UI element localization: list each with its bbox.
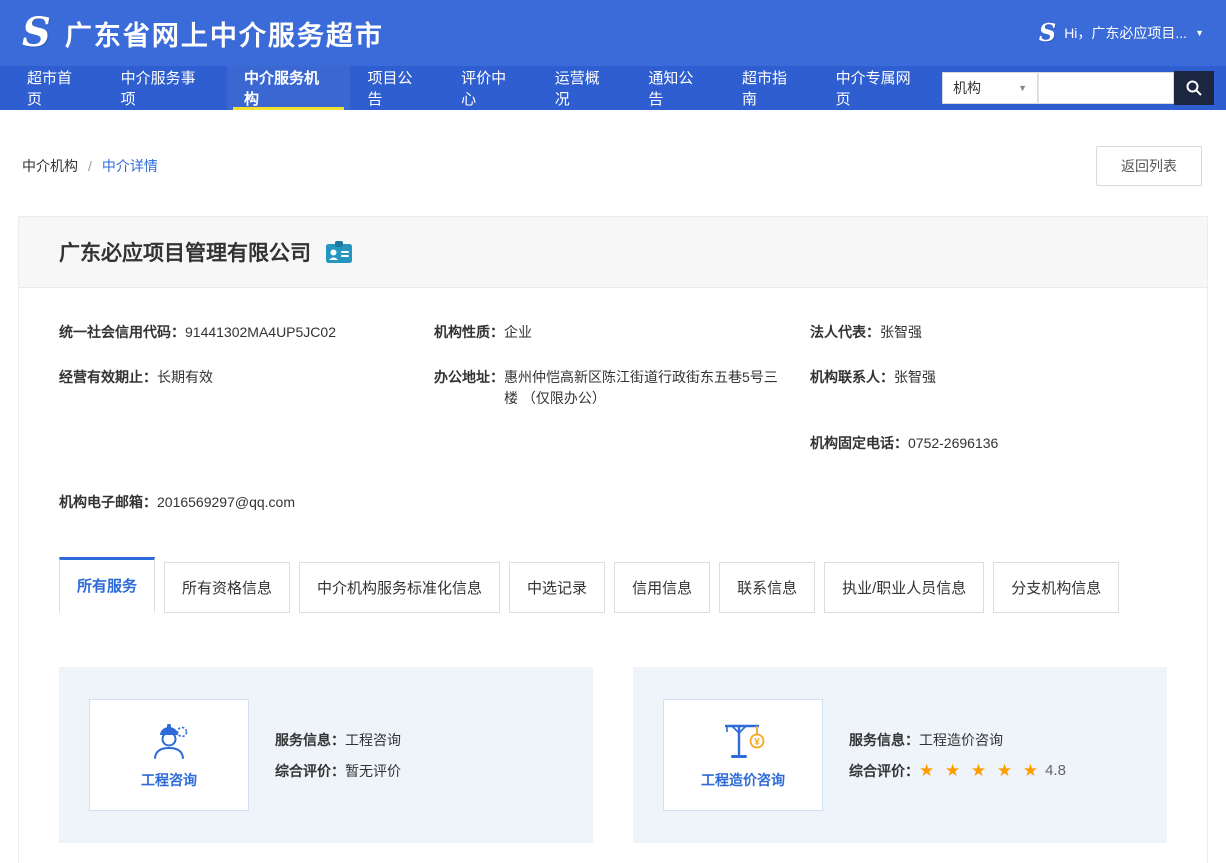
field-label: 机构性质： [434,322,504,343]
tab-qualifications[interactable]: 所有资格信息 [164,562,290,613]
service-card-cost-consulting: ¥ 工程造价咨询 服务信息： 工程造价咨询 综合评价： ★ ★ ★ ★ ★ 4.… [633,667,1167,843]
nav-item-agency-pages[interactable]: 中介专属网页 [819,66,942,110]
field-value: 长期有效 [157,367,213,388]
svg-text:¥: ¥ [754,737,760,748]
nav-search-group: 机构 ▼ [942,66,1226,110]
service-rating-line: 综合评价： ★ ★ ★ ★ ★ 4.8 [849,761,1066,781]
field-label: 机构联系人： [810,367,894,388]
field-legal-rep: 法人代表： 张智强 [810,322,1167,343]
company-info-grid: 统一社会信用代码： 91441302MA4UP5JC02 机构性质： 企业 法人… [19,288,1207,523]
field-label: 法人代表： [810,322,880,343]
field-label: 办公地址： [434,367,504,388]
service-info-value: 工程咨询 [345,730,401,750]
user-menu[interactable]: S Hi，广东必应项目... ▼ [1039,21,1204,45]
field-label: 机构固定电话： [810,433,908,454]
field-value: 张智强 [880,322,922,343]
field-label: 经营有效期止： [59,367,157,388]
nav-item-home[interactable]: 超市首页 [10,66,104,110]
breadcrumb-row: 中介机构 / 中介详情 返回列表 [0,110,1226,216]
service-rating-label: 综合评价： [275,761,345,781]
tab-all-services[interactable]: 所有服务 [59,557,155,613]
user-logo-icon: S [1039,21,1056,45]
field-contact: 机构联系人： 张智强 [810,367,1167,409]
tab-branches[interactable]: 分支机构信息 [993,562,1119,613]
nav-item-project-notices[interactable]: 项目公告 [350,66,444,110]
service-info: 服务信息： 工程咨询 综合评价： 暂无评价 [275,719,401,792]
service-tile-label: 工程咨询 [141,770,197,790]
service-rating-line: 综合评价： 暂无评价 [275,761,401,781]
field-value: 惠州仲恺高新区陈江街道行政街东五巷5号三楼 （仅限办公） [504,367,786,409]
field-label: 统一社会信用代码： [59,322,185,343]
breadcrumb-root[interactable]: 中介机构 [22,156,78,176]
service-info: 服务信息： 工程造价咨询 综合评价： ★ ★ ★ ★ ★ 4.8 [849,719,1066,792]
field-value: 91441302MA4UP5JC02 [185,322,336,343]
app-header: S 广东省网上中介服务超市 S Hi，广东必应项目... ▼ [0,0,1226,66]
company-card: 广东必应项目管理有限公司 统一社会信用代码： 91441302MA4UP5JC0… [18,216,1208,863]
chevron-down-icon[interactable]: ▼ [1195,28,1204,38]
company-name: 广东必应项目管理有限公司 [59,237,311,267]
nav-item-service-matters[interactable]: 中介服务事项 [104,66,227,110]
breadcrumb-current: 中介详情 [102,156,158,176]
tab-credit-info[interactable]: 信用信息 [614,562,710,613]
search-input[interactable] [1038,72,1174,104]
tower-crane-icon: ¥ [719,720,767,762]
service-tile-label: 工程造价咨询 [701,770,785,790]
company-header: 广东必应项目管理有限公司 [19,217,1207,288]
service-info-line: 服务信息： 工程造价咨询 [849,730,1066,750]
field-value: 2016569297@qq.com [157,492,295,513]
field-email: 机构电子邮箱： 2016569297@qq.com [59,492,434,513]
field-office-address: 办公地址： 惠州仲恺高新区陈江街道行政街东五巷5号三楼 （仅限办公） [434,367,810,409]
chevron-down-icon: ▼ [1018,83,1027,93]
site-logo-icon: S [22,13,51,53]
nav-item-agencies[interactable]: 中介服务机构 [227,66,350,110]
search-category-select[interactable]: 机构 ▼ [942,72,1038,104]
id-card-icon [325,240,353,264]
service-info-value: 工程造价咨询 [919,730,1003,750]
nav-item-guide[interactable]: 超市指南 [725,66,819,110]
service-list: 工程咨询 服务信息： 工程咨询 综合评价： 暂无评价 [19,613,1207,863]
rating-score: 4.8 [1045,762,1066,779]
tab-selection-records[interactable]: 中选记录 [509,562,605,613]
service-card-engineering-consulting: 工程咨询 服务信息： 工程咨询 综合评价： 暂无评价 [59,667,593,843]
service-tile[interactable]: 工程咨询 [89,699,249,811]
main-nav: 超市首页 中介服务事项 中介服务机构 项目公告 评价中心 运营概况 通知公告 超… [0,66,1226,110]
service-info-label: 服务信息： [849,730,919,750]
star-rating-icons: ★ ★ ★ ★ ★ [919,761,1041,781]
search-category-value: 机构 [953,78,981,98]
site-title: 广东省网上中介服务超市 [65,14,384,53]
detail-tabs: 所有服务 所有资格信息 中介机构服务标准化信息 中选记录 信用信息 联系信息 执… [19,523,1207,613]
tab-practitioners[interactable]: 执业/职业人员信息 [824,562,984,613]
breadcrumb-separator: / [88,158,92,174]
service-info-line: 服务信息： 工程咨询 [275,730,401,750]
service-tile[interactable]: ¥ 工程造价咨询 [663,699,823,811]
user-greeting: Hi，广东必应项目... [1064,23,1187,43]
nav-item-announcements[interactable]: 通知公告 [631,66,725,110]
search-button[interactable] [1174,71,1214,105]
field-valid-until: 经营有效期止： 长期有效 [59,367,434,409]
field-value: 张智强 [894,367,936,388]
tab-contact-info[interactable]: 联系信息 [719,562,815,613]
engineer-worker-icon [146,720,192,762]
nav-item-evaluation-center[interactable]: 评价中心 [444,66,538,110]
field-label: 机构电子邮箱： [59,492,157,513]
breadcrumb: 中介机构 / 中介详情 [22,156,158,176]
nav-item-operation-overview[interactable]: 运营概况 [538,66,632,110]
field-phone: 机构固定电话： 0752-2696136 [810,433,1167,454]
tab-service-standardization[interactable]: 中介机构服务标准化信息 [299,562,500,613]
field-value: 企业 [504,322,532,343]
service-info-label: 服务信息： [275,730,345,750]
field-org-type: 机构性质： 企业 [434,322,810,343]
field-credit-code: 统一社会信用代码： 91441302MA4UP5JC02 [59,322,434,343]
field-value: 0752-2696136 [908,433,998,454]
back-to-list-button[interactable]: 返回列表 [1096,146,1202,186]
service-rating-text: 暂无评价 [345,761,401,781]
search-icon [1185,79,1203,97]
service-rating-label: 综合评价： [849,761,919,781]
